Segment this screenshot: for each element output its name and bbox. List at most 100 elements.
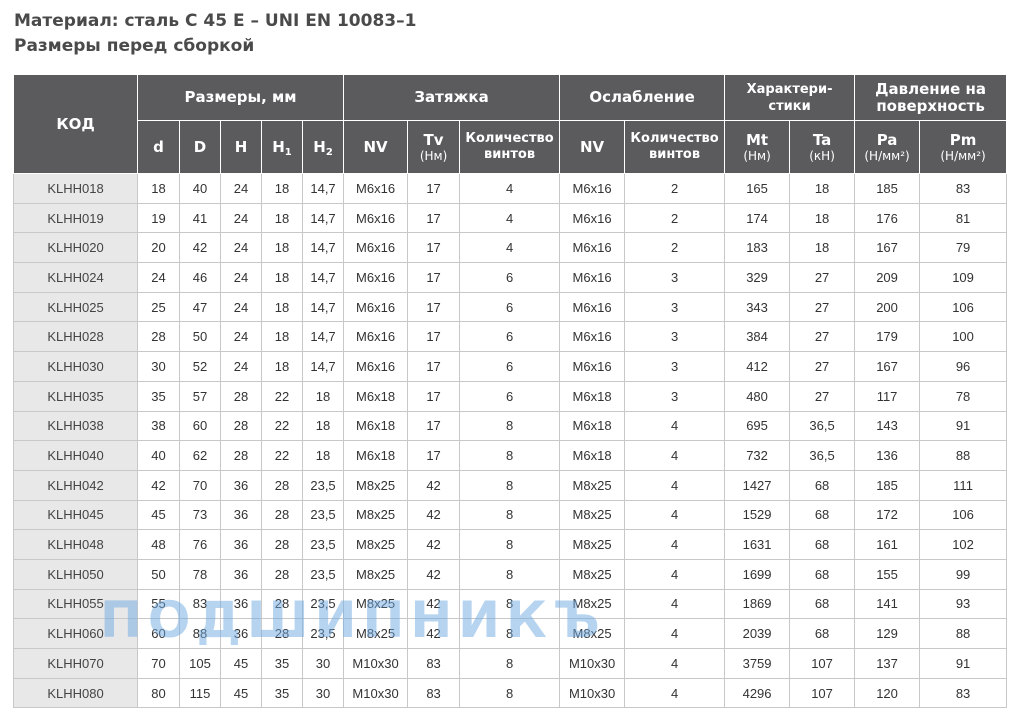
screws-loosening-cell: 4 (624, 529, 726, 560)
D-upper-cell: 62 (179, 440, 221, 471)
H1-cell: 18 (261, 291, 303, 323)
tv-cell: 42 (407, 499, 461, 531)
pm-cell: 83 (919, 173, 1008, 204)
header-nv-tightening: NV (343, 120, 409, 174)
ta-cell: 18 (789, 202, 856, 234)
H2-cell: 18 (301, 440, 345, 471)
nv-tightening-cell: M8x25 (343, 558, 409, 590)
mt-cell: 1631 (724, 529, 791, 560)
pa-cell: 176 (854, 202, 921, 234)
H2-cell: 23,5 (301, 469, 345, 501)
screws-loosening-cell: 2 (624, 202, 726, 234)
header-characteristics-label: Характери-стики (746, 81, 833, 114)
nv-tightening-cell: M6x16 (343, 351, 409, 382)
D-upper-cell: 42 (179, 232, 221, 264)
mt-cell: 2039 (724, 618, 791, 649)
D-upper-cell: 83 (179, 588, 221, 620)
table-row: KLHH060 60 88 36 28 23,5 M8x25 42 8 M8x25 4 2039 68 1… (13, 618, 1008, 649)
mt-cell: 343 (724, 291, 791, 323)
mt-cell: 174 (724, 202, 791, 234)
tv-cell: 83 (407, 648, 461, 679)
header-ta: Ta (кН) (789, 120, 856, 174)
header-pa-label: Pa (876, 130, 898, 149)
H1-cell: 22 (261, 440, 303, 471)
ta-cell: 68 (789, 558, 856, 590)
screws-tightening-cell: 8 (459, 529, 561, 560)
nv-loosening-cell: M6x16 (559, 351, 626, 382)
H1-cell: 28 (261, 558, 303, 590)
table-row: KLHH020 20 42 24 18 14,7 M6x16 17 4 M6x16 2 183 18 16… (13, 232, 1008, 264)
nv-loosening-cell: M8x25 (559, 618, 626, 649)
H1-cell: 28 (261, 588, 303, 620)
mt-cell: 4296 (724, 677, 791, 709)
ta-cell: 36,5 (789, 440, 856, 471)
pm-cell: 111 (919, 469, 1008, 501)
screws-tightening-cell: 4 (459, 173, 561, 204)
H1-cell: 22 (261, 410, 303, 442)
header-row-groups: КОД Размеры, мм Затяжка Ослабление Харак… (13, 74, 1008, 174)
pm-cell: 93 (919, 588, 1008, 620)
table-row: KLHH070 70 105 45 35 30 M10x30 83 8 M10x30 4 3759 10… (13, 648, 1008, 679)
tv-cell: 17 (407, 380, 461, 412)
code-cell: KLHH018 (13, 173, 138, 204)
table-row: KLHH080 80 115 45 35 30 M10x30 83 8 M10x30 4 4296 10… (13, 677, 1008, 709)
H2-cell: 23,5 (301, 588, 345, 620)
screws-loosening-cell: 2 (624, 232, 726, 264)
screws-loosening-cell: 3 (624, 351, 726, 382)
pm-cell: 106 (919, 291, 1008, 323)
table-row: KLHH040 40 62 28 22 18 M6x18 17 8 M6x18 4 732 36,5 13… (13, 440, 1008, 471)
pa-cell: 200 (854, 291, 921, 323)
header-H1-subscript: 1 (284, 146, 292, 158)
table-row: KLHH042 42 70 36 28 23,5 M8x25 42 8 M8x25 4 1427 68 1… (13, 469, 1008, 501)
header-code: КОД (13, 74, 138, 174)
header-H1-letter: H (272, 137, 285, 156)
pa-cell: 120 (854, 677, 921, 709)
nv-tightening-cell: M10x30 (343, 677, 409, 709)
header-tv-label: Tv (423, 130, 444, 149)
header-ta-unit: (кН) (809, 148, 835, 163)
H2-cell: 23,5 (301, 529, 345, 560)
tv-cell: 83 (407, 677, 461, 709)
header-screws-tightening: Количество винтов (459, 120, 561, 174)
pa-cell: 185 (854, 469, 921, 501)
screws-loosening-cell: 3 (624, 262, 726, 293)
ta-cell: 68 (789, 588, 856, 620)
pa-cell: 167 (854, 351, 921, 382)
H1-cell: 18 (261, 351, 303, 382)
header-pm: Pm (Н/мм²) (919, 120, 1008, 174)
H1-cell: 35 (261, 648, 303, 679)
pa-cell: 167 (854, 232, 921, 264)
header-H2-subscript: 2 (325, 146, 333, 158)
D-upper-cell: 78 (179, 558, 221, 590)
code-cell: KLHH060 (13, 618, 138, 649)
H2-cell: 14,7 (301, 202, 345, 234)
nv-tightening-cell: M6x16 (343, 262, 409, 293)
ta-cell: 36,5 (789, 410, 856, 442)
H-cell: 24 (220, 173, 262, 204)
screws-loosening-cell: 4 (624, 410, 726, 442)
D-upper-cell: 73 (179, 499, 221, 531)
H-cell: 36 (220, 469, 262, 501)
tv-cell: 42 (407, 529, 461, 560)
nv-loosening-cell: M6x16 (559, 321, 626, 353)
mt-cell: 165 (724, 173, 791, 204)
screws-loosening-cell: 3 (624, 291, 726, 323)
D-upper-cell: 105 (179, 648, 221, 679)
code-cell: KLHH025 (13, 291, 138, 323)
H2-cell: 18 (301, 410, 345, 442)
ta-cell: 27 (789, 380, 856, 412)
tv-cell: 42 (407, 618, 461, 649)
tv-cell: 17 (407, 410, 461, 442)
H-cell: 24 (220, 262, 262, 293)
D-upper-cell: 70 (179, 469, 221, 501)
pa-cell: 141 (854, 588, 921, 620)
screws-loosening-cell: 4 (624, 558, 726, 590)
header-row-columns: d D H H1 H2 NV Tv (Нм) Количество винтов … (14, 120, 1008, 174)
ta-cell: 68 (789, 529, 856, 560)
H2-cell: 14,7 (301, 321, 345, 353)
table-row: KLHH030 30 52 24 18 14,7 M6x16 17 6 M6x16 3 412 27 16… (13, 351, 1008, 382)
H1-cell: 35 (261, 677, 303, 709)
mt-cell: 695 (724, 410, 791, 442)
H-cell: 36 (220, 499, 262, 531)
header-tv-unit: (Нм) (419, 148, 448, 163)
